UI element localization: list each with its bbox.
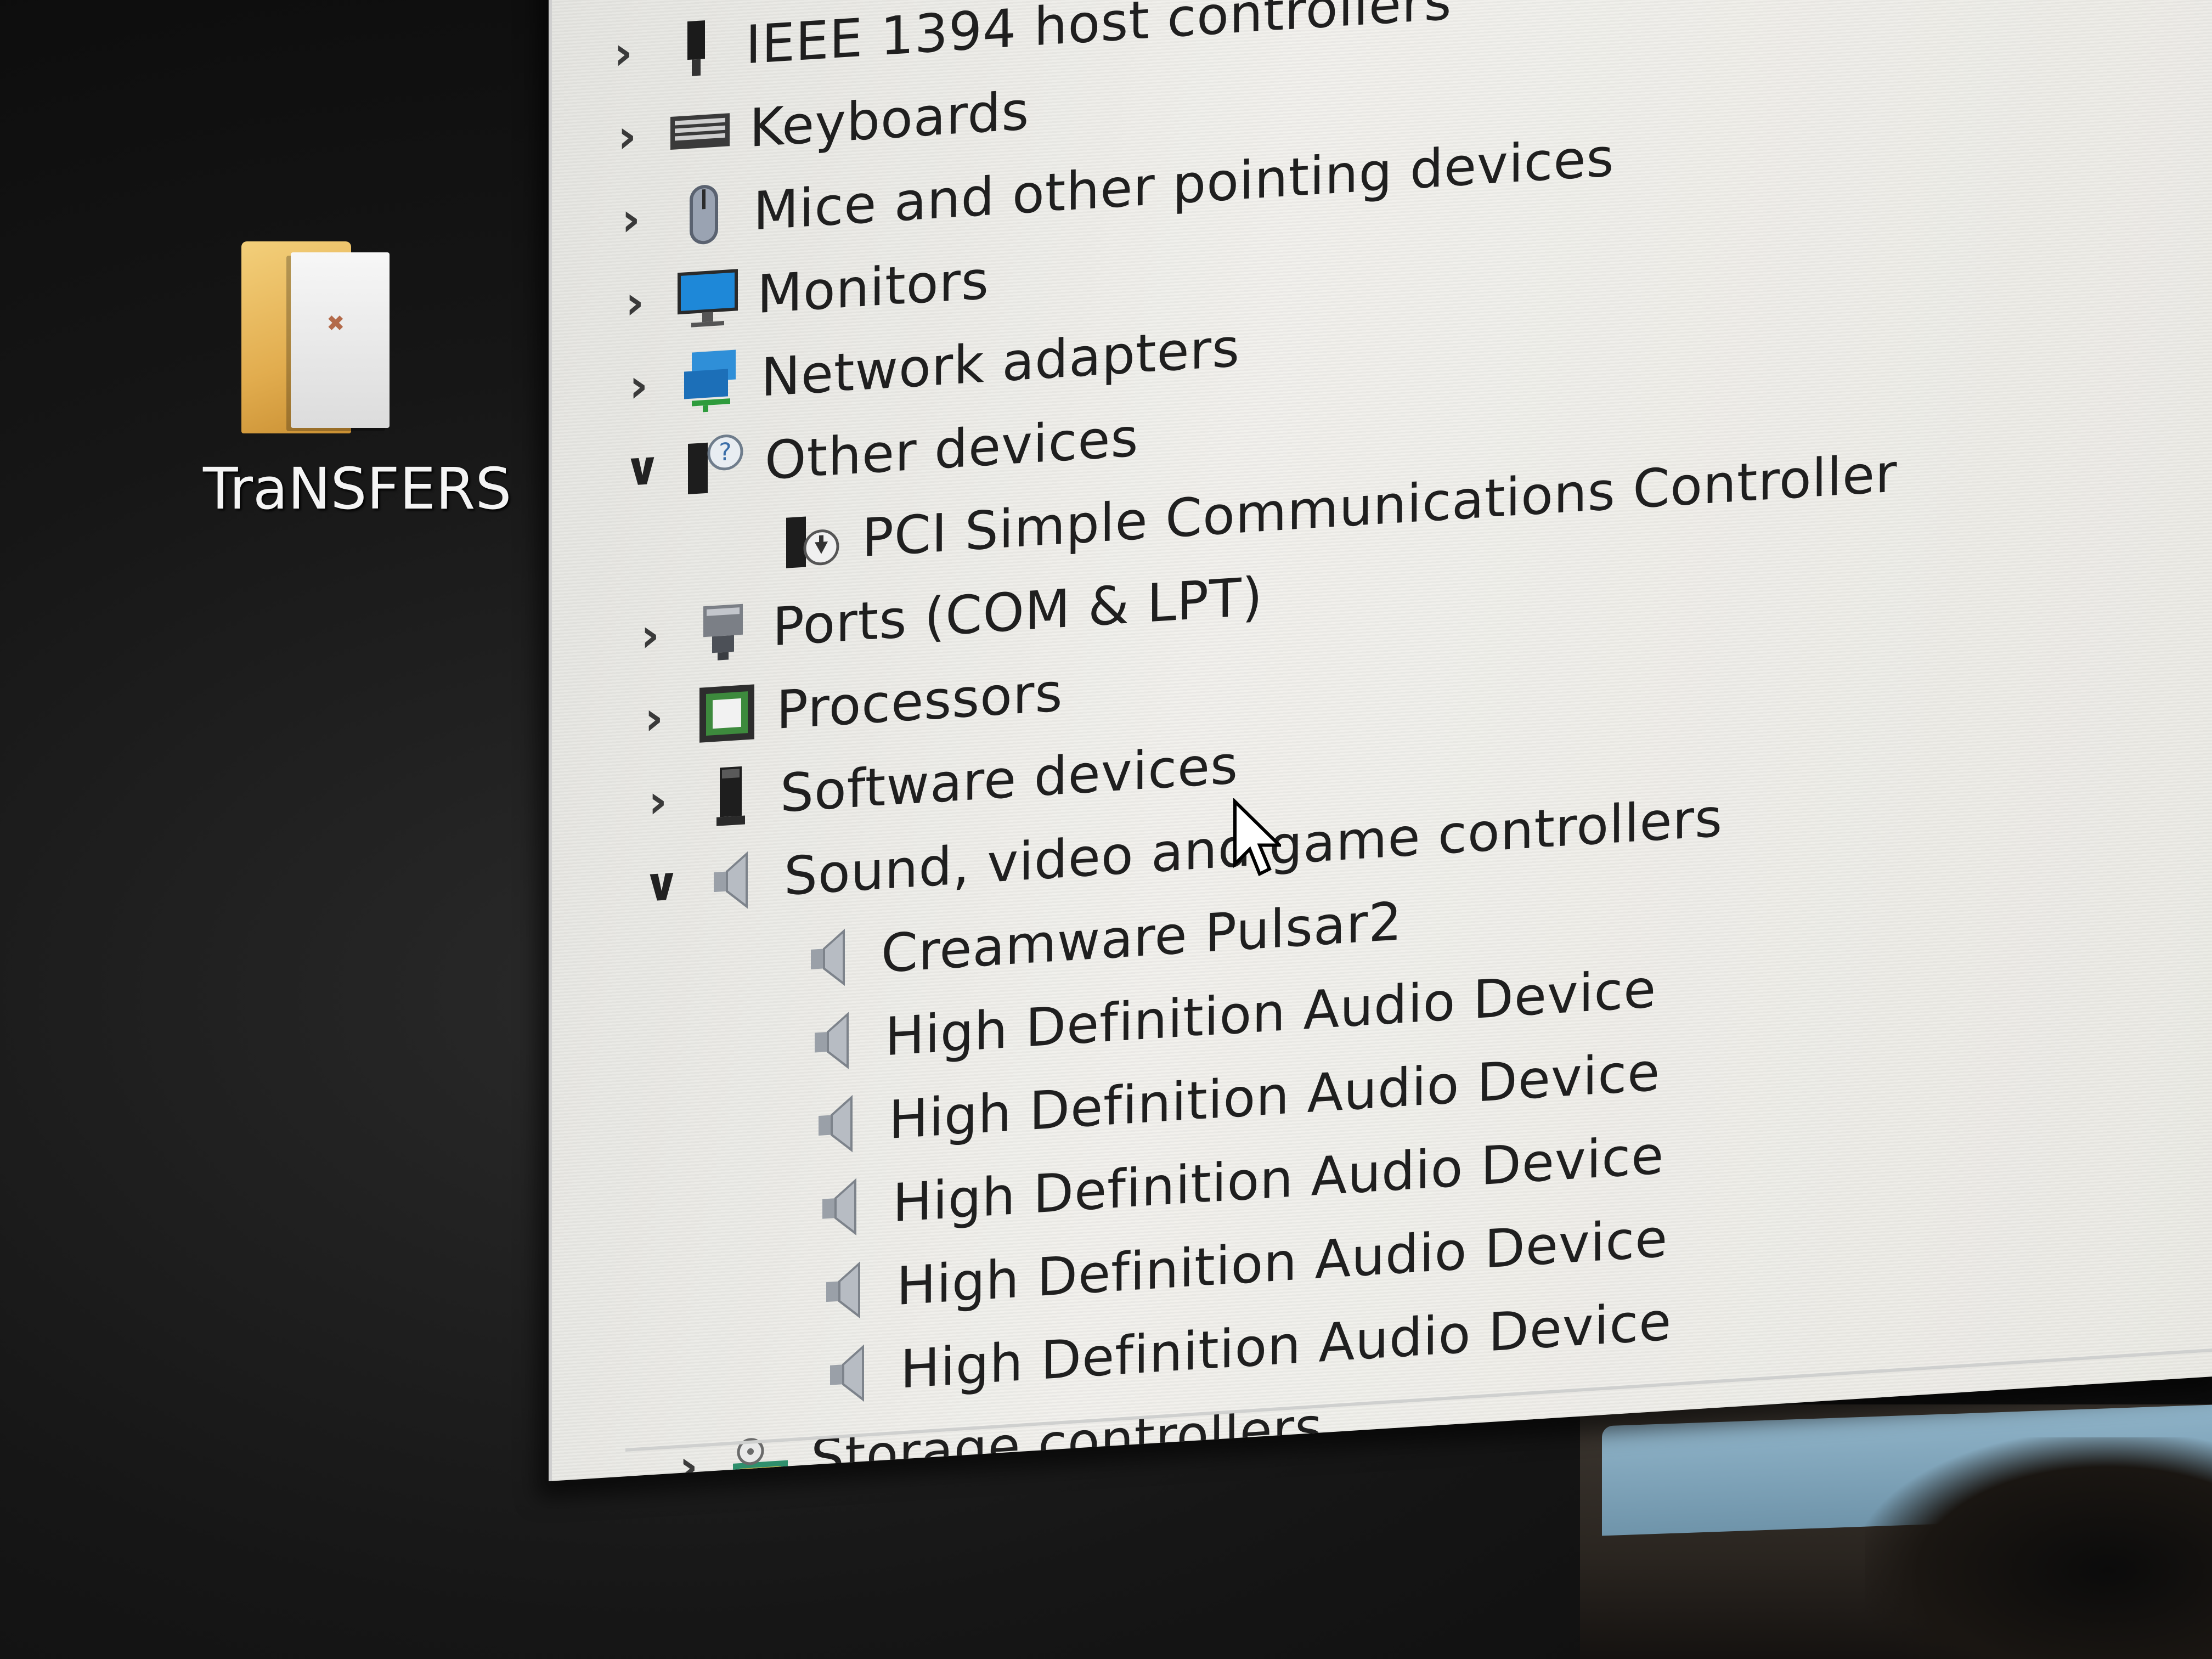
speaker-icon — [803, 1005, 868, 1075]
keyboard-icon — [667, 97, 733, 167]
speaker-icon — [814, 1255, 880, 1325]
chevron-right-icon[interactable]: › — [639, 774, 677, 828]
tree-item-label: Keyboards — [749, 80, 1030, 159]
chevron-right-icon[interactable]: › — [608, 109, 646, 163]
software-device-icon — [698, 761, 764, 832]
chevron-right-icon[interactable]: › — [635, 691, 673, 746]
tree-item-label: IEEE 1394 host controllers — [746, 0, 1452, 76]
unknown-device-icon: ? — [682, 429, 748, 499]
speaker-icon — [810, 1171, 876, 1242]
unknown-device-warning-icon — [780, 506, 845, 577]
file-glyph-icon: ✖ — [326, 311, 345, 336]
wallpaper-tree — [1865, 1437, 2212, 1659]
port-icon — [690, 595, 756, 665]
network-adapter-icon — [679, 346, 744, 416]
desktop-folder-label: TraNSFERS — [203, 455, 512, 522]
chevron-down-icon[interactable]: ∨ — [642, 856, 681, 912]
mouse-icon — [671, 179, 737, 250]
speaker-icon — [799, 922, 865, 992]
speaker-icon — [806, 1088, 872, 1159]
processor-icon — [694, 679, 760, 749]
speaker-icon — [818, 1338, 884, 1408]
mouse-cursor-icon — [1233, 798, 1281, 877]
chevron-right-icon[interactable]: › — [604, 25, 642, 80]
tree-item-label: Other devices — [765, 407, 1139, 492]
folder-paper — [291, 252, 390, 428]
device-manager-window: › IEEE 1394 host controllers › Keyboards › Mi… — [549, 0, 2212, 1482]
chevron-right-icon[interactable]: › — [619, 358, 658, 413]
svg-text:?: ? — [719, 438, 731, 466]
monitor-icon — [675, 263, 741, 333]
speaker-icon — [702, 845, 768, 915]
device-tree: › IEEE 1394 host controllers › Keyboards › Mi… — [552, 0, 2212, 1482]
tree-item-label: Processors — [776, 662, 1063, 741]
tree-item-label: Monitors — [757, 249, 989, 326]
chevron-right-icon[interactable]: › — [616, 275, 654, 330]
chevron-right-icon[interactable]: › — [631, 607, 669, 662]
firewire-icon — [663, 13, 729, 83]
chevron-down-icon[interactable]: ∨ — [623, 441, 662, 496]
chevron-right-icon[interactable]: › — [612, 191, 650, 246]
desktop-folder-shortcut[interactable]: ✖ TraNSFERS — [181, 230, 512, 538]
